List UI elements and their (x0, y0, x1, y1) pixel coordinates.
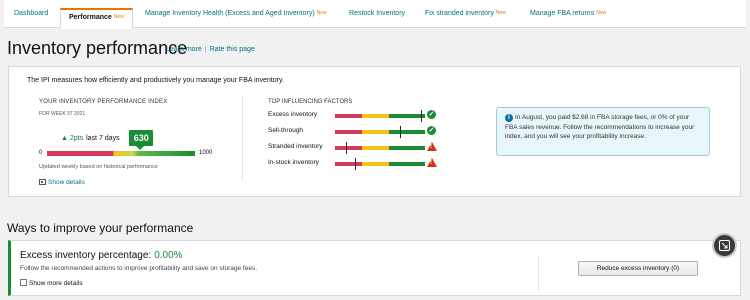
warning-icon: ! (427, 158, 437, 167)
tab-fix-stranded-inventory[interactable]: Fix stranded inventory New (425, 10, 506, 28)
ipi-gauge (47, 151, 195, 156)
excess-inventory-card: Excess inventory percentage: 0.00% Follow… (8, 240, 741, 296)
gauge-caption: Updated weekly based on historical perfo… (39, 164, 158, 170)
excess-inventory-label: Excess inventory percentage: 0.00% (20, 250, 183, 261)
factor-bar (335, 110, 425, 122)
factor-bar (335, 158, 425, 170)
ipi-week: FOR WEEK 37 2021 (39, 111, 86, 117)
rate-page-link[interactable]: Rate this page (210, 46, 255, 53)
tab-bar: Dashboard Performance New Manage Inventor… (4, 0, 746, 29)
tab-label: Fix stranded inventory (425, 10, 494, 17)
gauge-min: 0 (39, 150, 43, 156)
ipi-description: The IPI measures how efficiently and pro… (27, 77, 284, 84)
new-badge: New (596, 10, 607, 16)
storage-fee-info-box: i In August, you paid $2.68 in FBA storag… (496, 107, 710, 156)
tab-label: Dashboard (14, 10, 49, 17)
check-icon: ✓ (427, 126, 436, 135)
new-badge: New (495, 10, 506, 16)
factor-marker (354, 158, 356, 170)
details-icon (39, 179, 46, 185)
trend-label: last 7 days (86, 135, 120, 142)
checkbox[interactable] (20, 279, 27, 286)
panel-divider (242, 95, 243, 180)
factor-marker (399, 126, 401, 138)
tab-restock-inventory[interactable]: Restock Inventory (349, 10, 405, 28)
tab-label: Manage FBA returns (530, 10, 595, 17)
info-icon: i (505, 114, 513, 122)
new-badge: New (316, 10, 327, 16)
ipi-score-badge: 630 (129, 130, 154, 150)
ipi-heading: YOUR INVENTORY PERFORMANCE INDEX (39, 99, 168, 105)
factors-heading: TOP INFLUENCING FACTORS (268, 99, 353, 105)
tab-dashboard[interactable]: Dashboard (14, 10, 48, 28)
page-title: Inventory performance (7, 38, 188, 58)
tab-label: Restock Inventory (349, 10, 406, 17)
factor-bar (335, 126, 425, 138)
factor-bar (335, 142, 425, 154)
excess-label-text: Excess inventory percentage: (20, 250, 152, 261)
link-separator: | (204, 46, 207, 53)
info-text: In August, you paid $2.68 in FBA storage… (505, 114, 695, 140)
reduce-excess-inventory-button[interactable]: Reduce excess inventory (0) (578, 261, 698, 276)
tab-performance[interactable]: Performance New (60, 8, 133, 29)
factor-marker (420, 110, 422, 122)
expand-icon[interactable] (712, 233, 737, 258)
gauge-max: 1000 (199, 150, 213, 156)
factor-label: Sell-through (268, 127, 304, 134)
excess-value: 0.00% (154, 250, 183, 261)
trend-value: ▲ 2pts (61, 135, 84, 142)
learn-more-link[interactable]: Learn more (166, 46, 202, 53)
warning-icon: ! (427, 142, 437, 151)
ways-to-improve-title: Ways to improve your performance (7, 221, 194, 235)
factor-marker (345, 142, 347, 154)
excess-description: Follow the recommended actions to improv… (20, 265, 258, 272)
check-icon: ✓ (427, 110, 436, 119)
ipi-trend: ▲ 2pts last 7 days (61, 135, 120, 142)
factor-label: In-stock inventory (268, 159, 319, 166)
tab-label: Manage Inventory Health (Excess and Aged… (145, 10, 315, 17)
show-more-details-toggle[interactable]: Show more details (20, 279, 82, 287)
tab-manage-fba-returns[interactable]: Manage FBA returns New (530, 10, 606, 28)
header-links: Learn more | Rate this page (166, 46, 255, 53)
new-badge: New (113, 14, 124, 20)
card-divider (538, 255, 539, 291)
tab-manage-inventory-health[interactable]: Manage Inventory Health (Excess and Aged… (145, 10, 327, 28)
ipi-panel: The IPI measures how efficiently and pro… (8, 66, 741, 197)
factor-label: Stranded inventory (268, 143, 323, 150)
tab-label: Performance (69, 14, 112, 21)
show-details-link[interactable]: Show details (39, 179, 85, 186)
factor-label: Excess inventory (268, 111, 318, 118)
show-details-label: Show details (48, 179, 85, 186)
show-more-label: Show more details (29, 280, 83, 287)
